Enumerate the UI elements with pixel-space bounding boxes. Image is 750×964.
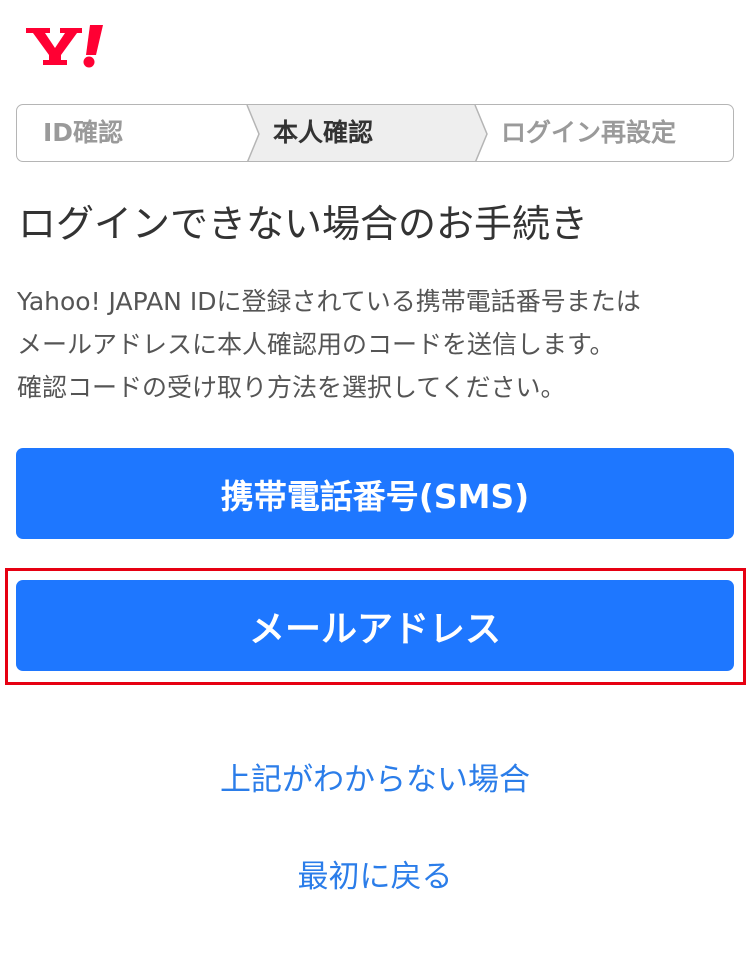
step-id-confirm: ID確認 [43,118,124,147]
progress-steps: ID確認 本人確認 ログイン再設定 [16,104,734,162]
instructions-line-2: メールアドレスに本人確認用のコードを送信します。 [17,330,615,359]
email-button[interactable]: メールアドレス [16,580,734,671]
step-login-reset: ログイン再設定 [501,118,677,147]
step-identity-verification: 本人確認 [273,118,374,147]
instructions-text: Yahoo! JAPAN IDに登録されている携帯電話番号または メールアドレス… [17,280,737,409]
back-to-start-link[interactable]: 最初に戻る [0,855,750,899]
page-title: ログインできない場合のお手続き [18,202,589,246]
yahoo-logo [26,22,116,70]
instructions-line-1: Yahoo! JAPAN IDに登録されている携帯電話番号または [17,287,641,316]
yahoo-logo-icon [26,25,103,68]
unknown-method-link[interactable]: 上記がわからない場合 [0,758,750,802]
sms-button[interactable]: 携帯電話番号(SMS) [16,448,734,539]
instructions-line-3: 確認コードの受け取り方法を選択してください。 [17,373,566,402]
